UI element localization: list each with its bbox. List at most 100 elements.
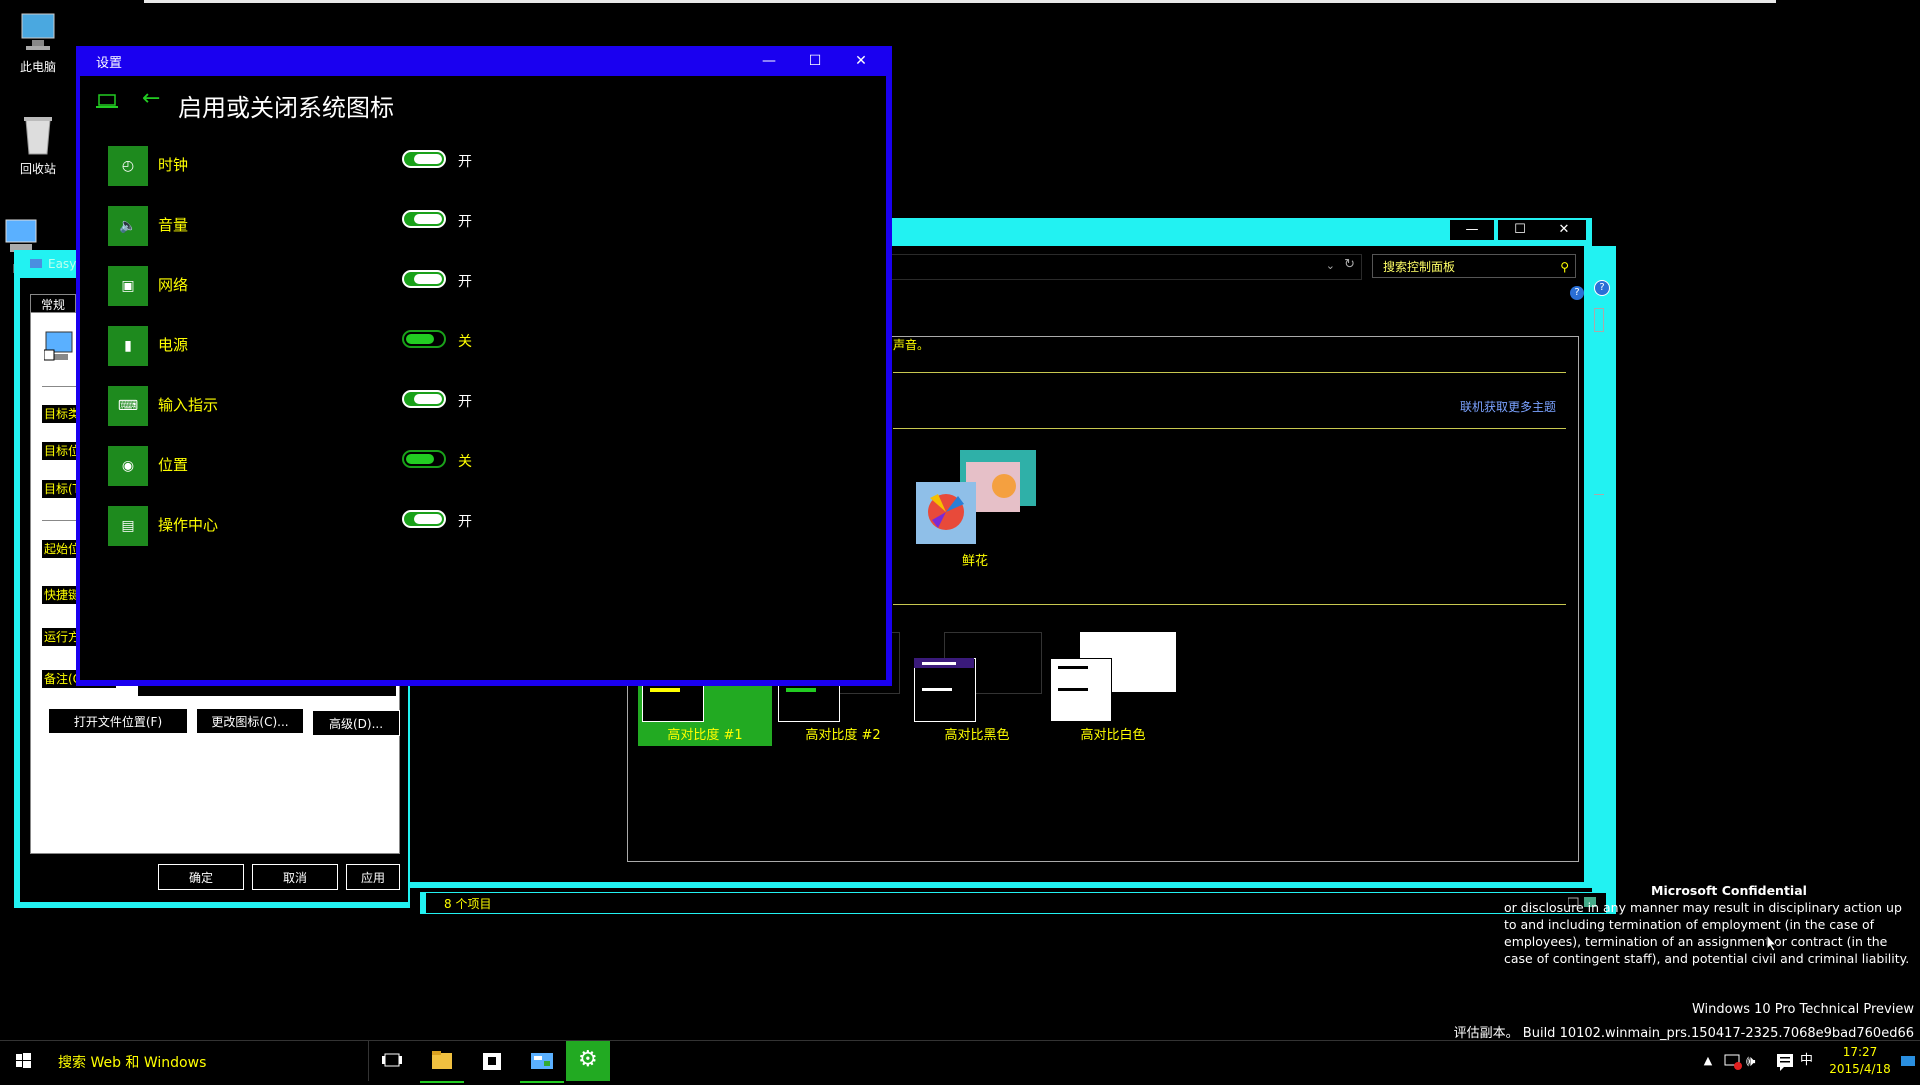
setting-label: 时钟 — [158, 156, 189, 174]
control-panel-icon — [531, 1053, 553, 1069]
taskbar: 搜索 Web 和 Windows ⚙ ▲ 🕪 中 17:27 2015/4/18 — [0, 1040, 1920, 1084]
theme-flowers[interactable]: 鲜花 — [908, 450, 1042, 569]
toggle-switch[interactable] — [402, 390, 446, 408]
desktop-icon-recycle-bin[interactable]: 回收站 — [0, 112, 76, 177]
search-input[interactable]: 搜索控制面板 ⚲ — [1372, 254, 1576, 278]
setting-label: 位置 — [158, 456, 189, 474]
message-icon — [1901, 1056, 1915, 1066]
side-scroll-thumb[interactable] — [1594, 308, 1604, 332]
store-icon — [483, 1053, 501, 1070]
toggle-knob — [414, 274, 442, 284]
task-view-icon — [382, 1053, 402, 1067]
cp-statusbar: 8 个项目 — [426, 893, 1606, 913]
shortcut-icon — [43, 330, 76, 362]
settings-taskbar-button[interactable]: ⚙ — [566, 1041, 610, 1081]
action-center-icon[interactable] — [1774, 1041, 1796, 1081]
clock-date: 2015/4/18 — [1829, 1062, 1891, 1076]
cancel-button[interactable]: 取消 — [252, 864, 338, 890]
confidential-notice: Microsoft Confidential or disclosure in … — [1504, 882, 1914, 967]
start-button[interactable] — [0, 1041, 46, 1081]
search-box-placeholder: 搜索 Web 和 Windows — [58, 1055, 207, 1071]
toggle-state-label: 开 — [458, 514, 472, 530]
open-file-location-button[interactable]: 打开文件位置(F) — [48, 708, 188, 734]
address-bar[interactable]: ⌄ ↻ — [870, 254, 1362, 280]
file-explorer-button[interactable] — [420, 1041, 464, 1083]
clock[interactable]: 17:27 2015/4/18 — [1824, 1041, 1896, 1084]
setting-row-network: ▣ 网络 开 — [108, 266, 508, 308]
comment-input[interactable] — [138, 686, 396, 696]
clock-icon: ◴ — [108, 146, 148, 186]
toggle-state-label: 开 — [458, 154, 472, 170]
store-button[interactable] — [470, 1041, 514, 1081]
toggle-knob — [414, 154, 442, 164]
side-divider — [1594, 494, 1604, 495]
recycle-bin-icon — [16, 112, 60, 156]
page-title: 启用或关闭系统图标 — [178, 94, 394, 122]
notifications-button[interactable] — [1898, 1041, 1918, 1081]
cp-minimize-button[interactable]: — — [1450, 220, 1494, 240]
toggle-state-label: 开 — [458, 274, 472, 290]
screen-top-edge — [144, 0, 1776, 3]
power-icon: ▮ — [108, 326, 148, 366]
cp-close-button[interactable]: ✕ — [1542, 220, 1586, 240]
change-icon-button[interactable]: 更改图标(C)... — [196, 708, 304, 734]
volume-icon: 🔈 — [108, 206, 148, 246]
clock-time: 17:27 — [1842, 1045, 1878, 1059]
setting-row-input-indicator: ⌨ 输入指示 开 — [108, 386, 508, 428]
help-icon[interactable]: ? — [1570, 286, 1584, 300]
setting-row-volume: 🔈 音量 开 — [108, 206, 508, 248]
desktop-icon-label: 此电脑 — [19, 60, 56, 74]
theme-thumbnail — [1046, 628, 1180, 724]
volume-icon[interactable]: 🕪 — [1746, 1041, 1770, 1081]
network-status-icon[interactable] — [1722, 1041, 1744, 1081]
theme-label: 高对比度 #2 — [805, 728, 881, 743]
minimize-button[interactable]: — — [746, 48, 792, 74]
ime-indicator[interactable]: 中 — [1800, 1041, 1820, 1081]
edition-text: Windows 10 Pro Technical Preview — [1691, 1002, 1914, 1017]
toggle-switch[interactable] — [402, 210, 446, 228]
ok-button[interactable]: 确定 — [158, 864, 244, 890]
gear-icon: ⚙ — [578, 1047, 598, 1072]
toggle-switch[interactable] — [402, 270, 446, 288]
cp-maximize-button[interactable]: ☐ — [1498, 220, 1542, 240]
task-view-button[interactable] — [372, 1041, 412, 1081]
window-title: Easy — [48, 257, 77, 271]
toggle-switch[interactable] — [402, 330, 446, 348]
theme-thumbnail — [910, 628, 1044, 724]
toggle-switch[interactable] — [402, 450, 446, 468]
toggle-state-label: 关 — [458, 454, 472, 470]
desktop-icon-this-pc[interactable]: 此电脑 — [0, 10, 76, 75]
toggle-switch[interactable] — [402, 150, 446, 168]
network-icon: ▣ — [108, 266, 148, 306]
close-button[interactable]: ✕ — [838, 48, 884, 74]
action-center-icon: ▤ — [108, 506, 148, 546]
location-icon: ◉ — [108, 446, 148, 486]
theme-high-contrast-white[interactable]: 高对比白色 — [1046, 628, 1180, 743]
theme-label: 高对比度 #1 — [667, 728, 743, 743]
refresh-icon[interactable]: ↻ — [1344, 257, 1355, 272]
toggle-switch[interactable] — [402, 510, 446, 528]
advanced-button[interactable]: 高级(D)... — [312, 710, 400, 736]
theme-label: 高对比黑色 — [944, 728, 1010, 743]
properties-title: Easy — [16, 256, 76, 276]
back-arrow-icon[interactable]: ← — [142, 88, 160, 110]
mouse-cursor-icon — [1766, 933, 1778, 956]
laptop-icon — [96, 92, 118, 110]
maximize-button[interactable]: ☐ — [792, 48, 838, 74]
toggle-knob — [406, 454, 434, 464]
apply-button[interactable]: 应用 — [346, 864, 400, 890]
search-icon[interactable]: ⚲ — [1560, 255, 1569, 279]
settings-window-title: 设置 — [96, 56, 123, 71]
setting-row-power: ▮ 电源 关 — [108, 326, 508, 368]
setting-label: 网络 — [158, 276, 189, 294]
show-hidden-icons-button[interactable]: ▲ — [1698, 1041, 1718, 1081]
help-icon-outer[interactable]: ? — [1594, 280, 1610, 296]
theme-high-contrast-black[interactable]: 高对比黑色 — [910, 628, 1044, 743]
status-item-count: 8 个项目 — [444, 897, 492, 911]
toggle-knob — [414, 214, 442, 224]
search-box[interactable]: 搜索 Web 和 Windows — [48, 1041, 369, 1081]
control-panel-button[interactable] — [520, 1041, 564, 1083]
chevron-down-icon[interactable]: ⌄ — [1326, 259, 1335, 272]
desktop-icon-label: 回收站 — [19, 162, 56, 176]
toggle-state-label: 开 — [458, 214, 472, 230]
